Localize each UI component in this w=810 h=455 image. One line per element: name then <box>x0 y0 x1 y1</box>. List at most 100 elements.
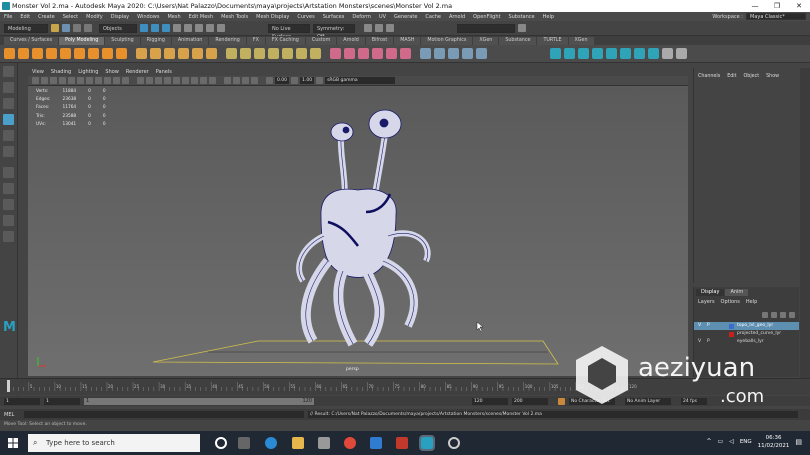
edge-icon[interactable] <box>265 437 277 449</box>
poly-cube-icon[interactable] <box>18 48 29 59</box>
menu-mesh[interactable]: Mesh <box>167 14 180 20</box>
poly-platonic-icon[interactable] <box>102 48 113 59</box>
windows-start-icon[interactable] <box>8 438 18 448</box>
render-settings-icon[interactable] <box>386 24 394 32</box>
custom-shelf-icon-7[interactable] <box>634 48 645 59</box>
snap-view-icon[interactable] <box>217 24 225 32</box>
attribute-editor-strip[interactable] <box>800 68 810 378</box>
channels-menu-object[interactable]: Object <box>744 74 760 79</box>
custom-shelf-icon-1[interactable] <box>550 48 561 59</box>
move-tool-icon[interactable] <box>3 114 14 125</box>
layer-color-swatch[interactable] <box>729 323 734 329</box>
poly-cylinder-icon[interactable] <box>32 48 43 59</box>
taskbar-search[interactable]: ⌕ Type here to search <box>28 434 200 452</box>
playback-start-field[interactable]: 1 <box>44 397 80 405</box>
menu-generate[interactable]: Generate <box>394 14 417 20</box>
color-management-icon[interactable] <box>316 77 324 84</box>
recorder-icon[interactable] <box>396 437 408 449</box>
poly-torus-icon[interactable] <box>60 48 71 59</box>
menu-modify[interactable]: Modify <box>86 14 103 20</box>
image-plane-icon[interactable] <box>59 77 66 84</box>
custom-shelf-icon-2[interactable] <box>564 48 575 59</box>
save-icon[interactable] <box>62 24 70 32</box>
uv-editor-icon[interactable] <box>420 48 431 59</box>
menu-edit-mesh[interactable]: Edit Mesh <box>189 14 213 20</box>
poly-cone-icon[interactable] <box>46 48 57 59</box>
mail-icon[interactable] <box>370 437 382 449</box>
tab-display[interactable]: Display <box>696 289 725 296</box>
menu-mesh-tools[interactable]: Mesh Tools <box>221 14 248 20</box>
file-explorer-icon[interactable] <box>292 437 304 449</box>
shelf-tab-fx[interactable]: FX <box>246 36 265 45</box>
layer-playback-toggle[interactable]: P <box>707 322 713 330</box>
panel-menu-renderer[interactable]: Renderer <box>126 69 149 75</box>
gamma-icon[interactable] <box>291 77 299 84</box>
menu-select[interactable]: Select <box>63 14 78 20</box>
xray-icon[interactable] <box>233 77 240 84</box>
target-weld-icon[interactable] <box>310 48 321 59</box>
cortana-icon[interactable] <box>215 437 227 449</box>
shelf-tab-xgen[interactable]: XGen <box>473 36 499 45</box>
mask-icon[interactable] <box>173 24 181 32</box>
left-eyeball[interactable] <box>330 122 354 142</box>
shelf-tab-substance[interactable]: Substance <box>499 36 537 45</box>
layout-persp-outliner-icon[interactable] <box>3 183 14 194</box>
reduce-icon[interactable] <box>206 48 217 59</box>
camera-select-icon[interactable] <box>32 77 39 84</box>
exposure-icon[interactable] <box>266 77 273 84</box>
mirror-icon[interactable] <box>192 48 203 59</box>
select-tool-icon[interactable] <box>3 66 14 77</box>
monster-mesh[interactable] <box>296 109 431 347</box>
smooth-shade-icon[interactable] <box>146 77 153 84</box>
combine-icon[interactable] <box>136 48 147 59</box>
language-indicator[interactable]: ENG <box>740 438 752 446</box>
shelf-tab-turtle[interactable]: TURTLE <box>537 36 568 45</box>
channels-menu-show[interactable]: Show <box>766 74 779 79</box>
safe-action-icon[interactable] <box>113 77 120 84</box>
extrude-icon[interactable] <box>226 48 237 59</box>
menu-curves[interactable]: Curves <box>297 14 314 20</box>
menu-surfaces[interactable]: Surfaces <box>323 14 345 20</box>
undo-icon[interactable] <box>73 24 81 32</box>
poly-disc-icon[interactable] <box>88 48 99 59</box>
select-object-icon[interactable] <box>151 24 159 32</box>
menu-openflight[interactable]: OpenFlight <box>473 14 500 20</box>
layers-menu-layers[interactable]: Layers <box>698 299 715 305</box>
menu-windows[interactable]: Windows <box>137 14 159 20</box>
layout-graph-icon[interactable] <box>3 215 14 226</box>
layout-outliner-icon[interactable] <box>3 231 14 242</box>
gamma-field[interactable]: 1.00 <box>300 77 315 84</box>
custom-shelf-icon-9[interactable] <box>662 48 673 59</box>
command-input[interactable] <box>24 411 304 418</box>
paint-select-icon[interactable] <box>3 98 14 109</box>
custom-shelf-icon-3[interactable] <box>578 48 589 59</box>
motion-blur-icon[interactable] <box>200 77 207 84</box>
safe-title-icon[interactable] <box>122 77 129 84</box>
channels-menu-channels[interactable]: Channels <box>698 74 720 79</box>
shelf-tab-fx-caching[interactable]: FX Caching <box>265 36 305 45</box>
merge-icon[interactable] <box>296 48 307 59</box>
edge-loop-icon[interactable] <box>344 48 355 59</box>
boolean-icon[interactable] <box>178 48 189 59</box>
perspective-viewport[interactable]: Verts: 11884 0 0 Edges: 23638 0 0 Faces: 11764 0 0 T… <box>28 86 688 376</box>
obs-icon[interactable] <box>448 437 460 449</box>
use-lights-icon[interactable] <box>173 77 180 84</box>
panel-menu-lighting[interactable]: Lighting <box>78 69 98 75</box>
current-frame-marker[interactable] <box>7 380 10 392</box>
poly-sphere-icon[interactable] <box>4 48 15 59</box>
network-icon[interactable]: ▭ <box>718 438 724 446</box>
folder-icon[interactable] <box>51 24 59 32</box>
shelf-tab-animation[interactable]: Animation <box>171 36 209 45</box>
tray-chevron-icon[interactable]: ^ <box>706 438 711 446</box>
snap-point-icon[interactable] <box>206 24 214 32</box>
scale-tool-icon[interactable] <box>3 146 14 157</box>
custom-shelf-icon-8[interactable] <box>648 48 659 59</box>
shadows-icon[interactable] <box>182 77 189 84</box>
lasso-tool-icon[interactable] <box>3 82 14 93</box>
custom-shelf-icon-5[interactable] <box>606 48 617 59</box>
shelf-tab-curves-surfaces[interactable]: Curves / Surfaces <box>4 36 59 45</box>
panel-menu-view[interactable]: View <box>32 69 44 75</box>
menu-cache[interactable]: Cache <box>425 14 441 20</box>
channels-menu-edit[interactable]: Edit <box>727 74 736 79</box>
shelf-tab-poly-modeling[interactable]: Poly Modeling <box>59 36 105 45</box>
